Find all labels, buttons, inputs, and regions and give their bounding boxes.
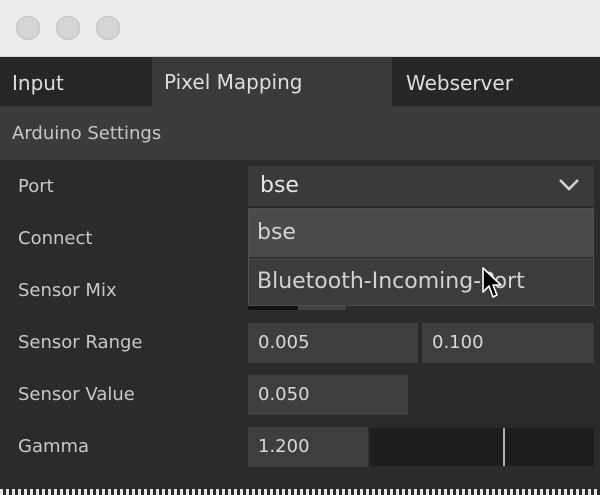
port-label: Port (18, 176, 54, 197)
sensor-range-max-input[interactable]: 0.100 (422, 323, 594, 363)
tab-label: Pixel Mapping (164, 70, 303, 94)
dropdown-option-bse[interactable]: bse (249, 209, 593, 257)
chevron-down-icon (559, 179, 579, 191)
tab-pixel-mapping[interactable]: Pixel Mapping (152, 57, 392, 106)
window-titlebar (0, 0, 600, 57)
tab-input[interactable]: Input (0, 57, 152, 106)
gamma-slider-handle[interactable] (503, 428, 505, 466)
section-title: Arduino Settings (12, 123, 162, 144)
tab-label: Webserver (406, 71, 513, 95)
gamma-slider[interactable] (370, 428, 594, 466)
sensor-range-min-input[interactable]: 0.005 (248, 323, 418, 363)
gamma-label: Gamma (18, 436, 90, 457)
sensor-mix-slider[interactable] (248, 306, 298, 310)
sensor-mix-label: Sensor Mix (18, 280, 117, 301)
zoom-window-button[interactable] (96, 16, 120, 40)
port-select[interactable]: bse (248, 166, 594, 206)
tab-bar: Input Pixel Mapping Webserver (0, 57, 600, 107)
window-bottom-edge (0, 489, 600, 495)
sensor-value-field[interactable]: 0.050 (248, 375, 408, 415)
minimize-window-button[interactable] (56, 16, 80, 40)
section-header-arduino-settings[interactable]: Arduino Settings (0, 107, 600, 160)
connect-label: Connect (18, 228, 93, 249)
sensor-range-label: Sensor Range (18, 332, 143, 353)
port-dropdown-list: bse Bluetooth-Incoming-Port (248, 208, 594, 306)
port-selected-value: bse (260, 173, 299, 198)
close-window-button[interactable] (16, 16, 40, 40)
sensor-value-label: Sensor Value (18, 384, 135, 405)
tab-webserver[interactable]: Webserver (394, 57, 600, 106)
gamma-input[interactable]: 1.200 (248, 427, 368, 467)
dropdown-option-bluetooth[interactable]: Bluetooth-Incoming-Port (249, 258, 593, 306)
pointer-cursor-icon (482, 267, 502, 298)
tab-label: Input (12, 71, 64, 95)
sensor-mix-track (298, 306, 346, 310)
